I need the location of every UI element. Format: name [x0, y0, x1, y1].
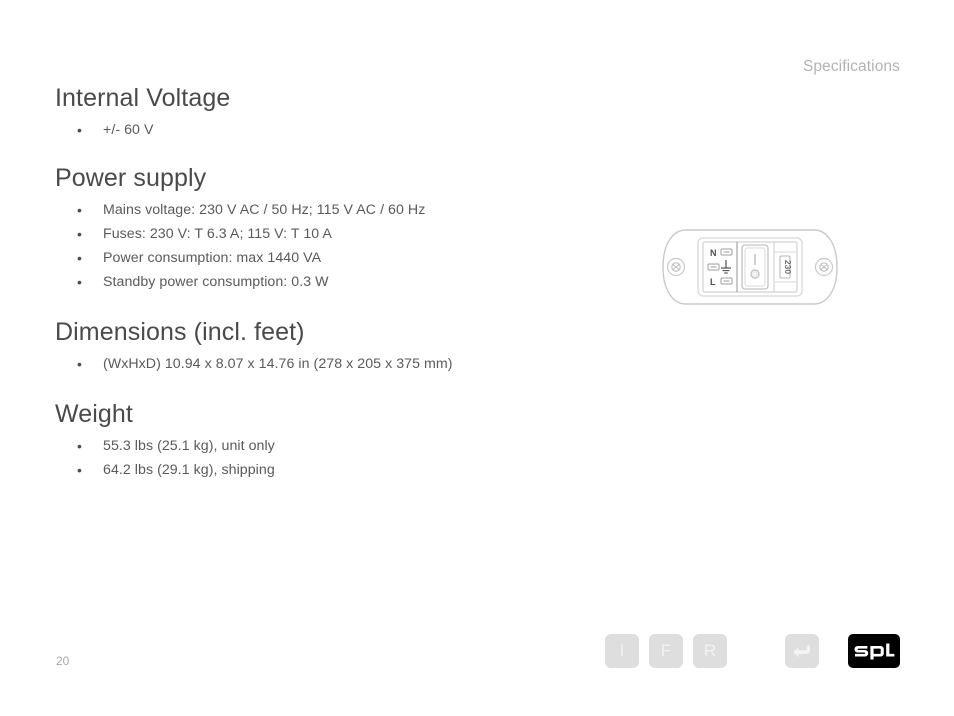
list-item: • Power consumption: max 1440 VA — [55, 246, 615, 270]
power-rocker-switch-icon — [741, 244, 769, 290]
screw-icon — [814, 257, 834, 277]
list-item-label: 64.2 lbs (29.1 kg), shipping — [103, 462, 275, 478]
screw-icon — [666, 257, 686, 277]
bullet-icon: • — [77, 122, 82, 138]
index-button[interactable]: I — [605, 634, 639, 668]
section-power-supply: Power supply • Mains voltage: 230 V AC /… — [55, 164, 615, 294]
section-dimensions: Dimensions (incl. feet) • (WxHxD) 10.94 … — [55, 318, 615, 376]
section-internal-voltage: Internal Voltage • +/- 60 V — [55, 84, 615, 142]
neutral-pin-label: N — [710, 248, 717, 258]
footer-navigation: I F R — [605, 634, 900, 668]
bullet-icon: • — [77, 462, 82, 478]
forward-button[interactable]: F — [649, 634, 683, 668]
list-item: • 55.3 lbs (25.1 kg), unit only — [55, 434, 615, 458]
rewind-button[interactable]: R — [693, 634, 727, 668]
specifications-content: Internal Voltage • +/- 60 V Power supply… — [55, 84, 615, 482]
list-weight: • 55.3 lbs (25.1 kg), unit only • 64.2 l… — [55, 434, 615, 482]
bullet-icon: • — [77, 250, 82, 266]
return-arrow-icon — [793, 645, 810, 658]
list-dimensions: • (WxHxD) 10.94 x 8.07 x 14.76 in (278 x… — [55, 352, 615, 376]
list-item-label: Power consumption: max 1440 VA — [103, 250, 322, 266]
list-item-label: Fuses: 230 V: T 6.3 A; 115 V: T 10 A — [103, 226, 332, 242]
list-item: • Mains voltage: 230 V AC / 50 Hz; 115 V… — [55, 198, 615, 222]
back-button[interactable] — [785, 634, 819, 668]
section-title-dimensions: Dimensions (incl. feet) — [55, 318, 305, 346]
spl-logo[interactable] — [848, 634, 900, 668]
spl-wordmark-icon — [854, 643, 895, 659]
bullet-icon: • — [77, 356, 82, 372]
bullet-icon: • — [77, 202, 82, 218]
bullet-icon: • — [77, 226, 82, 242]
list-item-label: Mains voltage: 230 V AC / 50 Hz; 115 V A… — [103, 202, 426, 218]
list-internal-voltage: • +/- 60 V — [55, 118, 615, 142]
list-item: • 64.2 lbs (29.1 kg), shipping — [55, 458, 615, 482]
list-power-supply: • Mains voltage: 230 V AC / 50 Hz; 115 V… — [55, 198, 615, 294]
bullet-icon: • — [77, 438, 82, 454]
list-item: • Fuses: 230 V: T 6.3 A; 115 V: T 10 A — [55, 222, 615, 246]
iec-power-inlet-illustration: N L 230 — [660, 228, 840, 306]
section-title-internal-voltage: Internal Voltage — [55, 84, 231, 112]
page-number: 20 — [56, 654, 70, 668]
section-title-power-supply: Power supply — [55, 164, 207, 192]
iec-power-inlet-icon: N L 230 — [662, 229, 838, 305]
section-title-weight: Weight — [55, 400, 133, 428]
voltage-selector-value: 230 — [783, 260, 793, 274]
list-item-label: 55.3 lbs (25.1 kg), unit only — [103, 438, 275, 454]
page-header-title: Specifications — [802, 58, 900, 75]
bullet-icon: • — [77, 274, 82, 290]
list-item-label: +/- 60 V — [103, 122, 154, 138]
footer-nav-group: I F R — [605, 634, 727, 668]
list-item-label: (WxHxD) 10.94 x 8.07 x 14.76 in (278 x 2… — [103, 356, 453, 372]
list-item-label: Standby power consumption: 0.3 W — [103, 274, 329, 290]
list-item: • (WxHxD) 10.94 x 8.07 x 14.76 in (278 x… — [55, 352, 615, 376]
section-weight: Weight • 55.3 lbs (25.1 kg), unit only •… — [55, 400, 615, 482]
list-item: • Standby power consumption: 0.3 W — [55, 270, 615, 294]
line-pin-label: L — [710, 277, 716, 287]
list-item: • +/- 60 V — [55, 118, 615, 142]
